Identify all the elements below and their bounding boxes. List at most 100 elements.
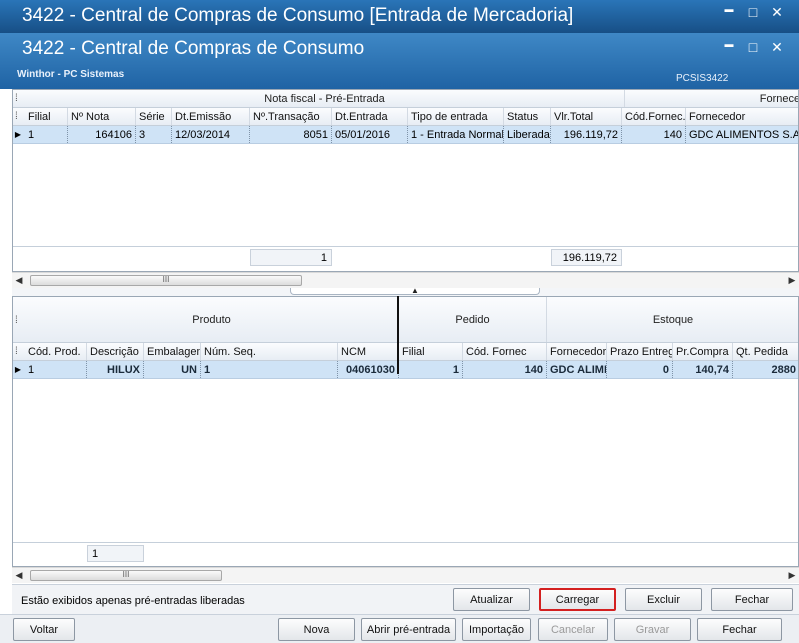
scroll-right-icon[interactable]: ▶ [785,569,799,582]
stock-group-header: Estoque [547,297,798,342]
cell-fornecedor-estoque[interactable]: GDC ALIMENTOS S.A. [547,361,607,378]
cell-dt-emissao[interactable]: 12/03/2014 [172,126,250,143]
routine-header: 3422 - Central de Compras de Consumo Win… [0,33,799,89]
col-num-nota[interactable]: Nº Nota [68,108,136,125]
fechar-button[interactable]: Fechar [697,618,782,641]
cell-embalagem[interactable]: UN [144,361,201,378]
col-num-transacao[interactable]: Nº.Transação [250,108,332,125]
scroll-grip: III [122,570,130,579]
col-vlr-total[interactable]: Vlr.Total [551,108,622,125]
inner-minimize-icon[interactable]: ▬ [722,39,736,56]
cell-dt-entrada[interactable]: 05/01/2016 [332,126,408,143]
table-row[interactable]: ▶ 1 164106 3 12/03/2014 8051 05/01/2016 … [13,126,798,144]
nf-column-header-row: ⁞ Filial Nº Nota Série Dt.Emissão Nº.Tra… [13,108,798,126]
status-message: Estão exibidos apenas pré-entradas liber… [21,595,245,607]
product-group-header-row: ⁞ Produto Pedido Estoque [13,297,798,343]
col-fornecedor[interactable]: Fornecedor [686,108,798,125]
carregar-button[interactable]: Carregar [539,588,616,611]
grip-icon: ⁞ [15,93,18,104]
excluir-button[interactable]: Excluir [625,588,702,611]
col-fornecedor-estoque[interactable]: Fornecedor [547,343,607,360]
col-cod-fornec-pedido[interactable]: Cód. Fornec [463,343,547,360]
col-prazo-entrega[interactable]: Prazo Entrega [607,343,673,360]
cell-ncm[interactable]: 04061030 [338,361,399,378]
nf-group-header-row: ⁞ Nota fiscal - Pré-Entrada Fornecedor [13,90,798,108]
outer-window-title: 3422 - Central de Compras de Consumo [En… [22,5,574,26]
cell-qt-pedida[interactable]: 2880 [733,361,798,378]
col-dt-entrada[interactable]: Dt.Entrada [332,108,408,125]
routine-code: PCSIS3422 [676,73,729,84]
cell-vlr-total[interactable]: 196.119,72 [551,126,622,143]
grid-splitter[interactable]: ▲ [12,287,799,296]
row-indicator-icon: ▶ [14,365,22,374]
column-resize-line [397,296,399,374]
order-group-header: Pedido [399,297,547,342]
cell-cod-fornec-pedido[interactable]: 140 [463,361,547,378]
grip-icon: ⁞ [15,111,18,122]
inner-restore-icon[interactable]: □ [746,39,760,56]
scroll-left-icon[interactable]: ◀ [12,274,26,287]
importacao-button[interactable]: Importação [462,618,531,641]
nf-group-header: Nota fiscal - Pré-Entrada [25,90,625,107]
cell-pr-compra[interactable]: 140,74 [673,361,733,378]
col-filial-pedido[interactable]: Filial [399,343,463,360]
cell-prazo-entrega[interactable]: 0 [607,361,673,378]
inner-close-icon[interactable]: ✕ [770,39,784,56]
table-row[interactable]: ▶ 1 HILUX UN 1 04061030 1 140 GDC ALIMEN… [13,361,798,379]
scroll-thumb[interactable]: III [30,570,222,581]
col-pr-compra[interactable]: Pr.Compra [673,343,733,360]
cell-cod-fornec[interactable]: 140 [622,126,686,143]
routine-title: 3422 - Central de Compras de Consumo [22,38,365,59]
cell-cod-prod[interactable]: 1 [25,361,87,378]
col-embalagem[interactable]: Embalagem [144,343,201,360]
minimize-icon[interactable]: ▬ [722,4,736,21]
restore-icon[interactable]: □ [746,4,760,21]
scroll-thumb[interactable]: III [30,275,302,286]
voltar-button[interactable]: Voltar [13,618,75,641]
col-dt-emissao[interactable]: Dt.Emissão [172,108,250,125]
col-tipo-entrada[interactable]: Tipo de entrada [408,108,504,125]
col-qt-pedida[interactable]: Qt. Pedida [733,343,798,360]
nova-button[interactable]: Nova [278,618,355,641]
cell-fornecedor[interactable]: GDC ALIMENTOS S.A. [686,126,798,143]
col-filial[interactable]: Filial [25,108,68,125]
col-cod-fornec[interactable]: Cód.Fornec. [622,108,686,125]
cell-num-transacao[interactable]: 8051 [250,126,332,143]
scroll-right-icon[interactable]: ▶ [785,274,799,287]
footer-vlr-total: 196.119,72 [551,249,622,266]
abrir-pre-entrada-button[interactable]: Abrir pré-entrada [361,618,456,641]
col-num-seq[interactable]: Núm. Seq. [201,343,338,360]
col-descricao[interactable]: Descrição [87,343,144,360]
cell-status[interactable]: Liberada [504,126,551,143]
cell-num-nota[interactable]: 164106 [68,126,136,143]
cell-descricao[interactable]: HILUX [87,361,144,378]
row-indicator-icon: ▶ [14,130,22,139]
scroll-left-icon[interactable]: ◀ [12,569,26,582]
cell-filial-pedido[interactable]: 1 [399,361,463,378]
cell-num-seq[interactable]: 1 [201,361,338,378]
nf-horizontal-scrollbar[interactable]: ◀ III ▶ [12,272,799,288]
grip-icon: ⁞ [15,315,18,326]
nf-grid: ⁞ Nota fiscal - Pré-Entrada Fornecedor ⁞… [12,89,799,272]
panel-fechar-button[interactable]: Fechar [711,588,793,611]
status-bar: Estão exibidos apenas pré-entradas liber… [12,584,799,614]
col-ncm[interactable]: NCM [338,343,399,360]
cell-serie[interactable]: 3 [136,126,172,143]
atualizar-button[interactable]: Atualizar [453,588,530,611]
product-horizontal-scrollbar[interactable]: ◀ III ▶ [12,567,799,583]
outer-titlebar: 3422 - Central de Compras de Consumo [En… [0,0,799,33]
cell-filial[interactable]: 1 [25,126,68,143]
product-column-header-row: ⁞ Cód. Prod. Descrição Embalagem Núm. Se… [13,343,798,361]
cancelar-button[interactable]: Cancelar [538,618,608,641]
splitter-handle[interactable]: ▲ [290,287,540,295]
col-status[interactable]: Status [504,108,551,125]
gravar-button[interactable]: Gravar [614,618,691,641]
product-group-header: Produto [25,297,399,342]
close-icon[interactable]: ✕ [770,4,784,21]
supplier-group-header: Fornecedor [625,90,798,107]
col-cod-prod[interactable]: Cód. Prod. [25,343,87,360]
col-serie[interactable]: Série [136,108,172,125]
product-grid: ⁞ Produto Pedido Estoque ⁞ Cód. Prod. De… [12,296,799,567]
cell-tipo-entrada[interactable]: 1 - Entrada Normal [408,126,504,143]
bottom-toolbar: Voltar Nova Abrir pré-entrada Importação… [0,614,799,643]
